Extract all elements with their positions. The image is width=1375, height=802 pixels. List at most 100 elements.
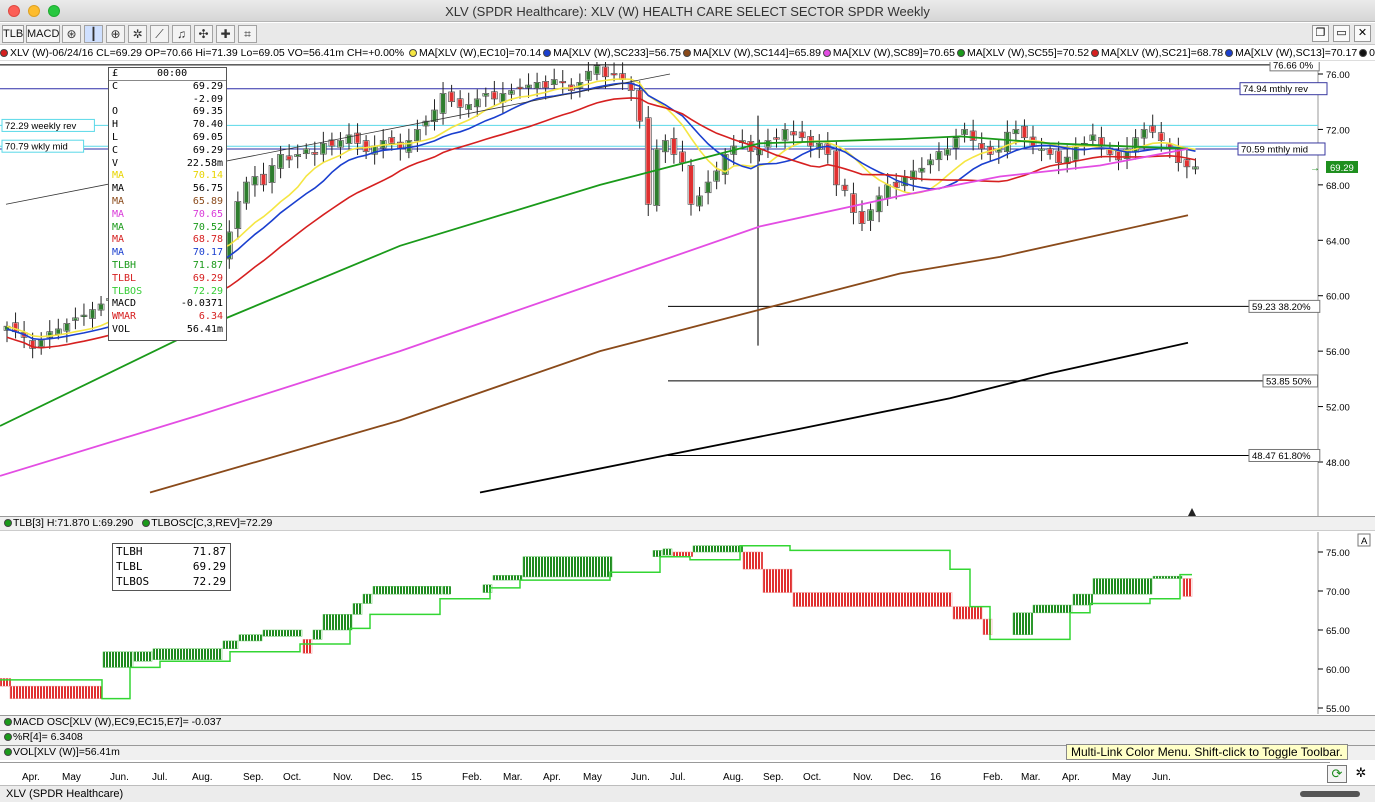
tlb-stripe (382, 586, 384, 595)
date-tick-label: Dec. (373, 772, 394, 783)
tlb-stripe (409, 586, 411, 595)
tlb-series-icon[interactable] (4, 519, 12, 527)
ma-legend-item: MA[XLV (W),SC55]=70.52 (966, 47, 1090, 59)
candle-up (954, 138, 959, 148)
draw-tool-icon[interactable]: ⌗ (238, 25, 257, 43)
bar-chart-icon[interactable]: ┃ (84, 25, 103, 43)
candle-up (321, 143, 326, 154)
tlb-stripe (937, 592, 939, 607)
tlb-stripe (901, 592, 903, 607)
tools-icon[interactable]: ✚ (216, 25, 235, 43)
tlb-stripe (140, 651, 142, 662)
tlb-stripe (499, 575, 501, 581)
tlb-study-button[interactable]: TLB (2, 25, 24, 43)
tlb-stripe (269, 630, 271, 637)
tlb-stripe (931, 592, 933, 607)
candle-up (877, 196, 882, 212)
tlb-stripe (397, 586, 399, 595)
candle-up (594, 66, 599, 74)
data-value: 56.75 (192, 183, 223, 195)
tlb-stripe (192, 648, 194, 660)
tlb-up-block (102, 651, 134, 668)
tlb-up-block (1152, 575, 1183, 579)
tlb-stripe (433, 586, 435, 595)
ma-color-icon[interactable] (543, 49, 552, 57)
price-series-icon[interactable] (0, 49, 8, 57)
data-value: 70.14 (192, 170, 223, 182)
tlb-stripe (752, 552, 754, 570)
macd-pane-collapsed[interactable]: MACD OSC[XLV (W),EC9,EC15,E7]= -0.037 (0, 715, 1375, 730)
minimize-pane-icon[interactable]: ▭ (1333, 25, 1350, 42)
zoom-icon[interactable]: ⊕ (106, 25, 125, 43)
alert-bell-icon[interactable]: ♫ (172, 25, 191, 43)
candle-up (90, 310, 95, 318)
tlb-stripe (1099, 578, 1101, 595)
tlb-stripe (793, 592, 795, 607)
ma-color-icon[interactable] (1091, 49, 1100, 57)
ma-color-icon[interactable] (683, 49, 691, 57)
candle-up (99, 304, 104, 310)
tlb-pane-header[interactable]: TLB[3] H:71.870 L:69.290 TLBOSC[C,3,REV]… (0, 516, 1375, 531)
studies-icon[interactable]: ✣ (194, 25, 213, 43)
data-window-row: MA 68.78 (109, 234, 226, 247)
candle-down (1056, 151, 1061, 163)
tlb-stripe (743, 552, 745, 570)
candle-up (714, 171, 719, 181)
candle-up (1005, 132, 1010, 152)
ma-color-icon[interactable] (1225, 49, 1234, 57)
ma-color-icon[interactable] (1359, 49, 1368, 57)
tlb-stripe (1016, 612, 1018, 635)
tlb-stripe (511, 575, 513, 581)
tlb-stripe (749, 552, 751, 570)
link-settings-icon[interactable]: ✲ (1352, 765, 1370, 783)
date-tick-label: Jun. (1152, 772, 1171, 783)
horizontal-scrollbar[interactable] (1300, 791, 1360, 797)
ma-color-icon[interactable] (956, 49, 965, 57)
tlb-stripe (210, 648, 212, 660)
tlb-stripe (25, 686, 27, 699)
tlb-stripe (171, 648, 173, 660)
tlb-stripe (174, 648, 176, 660)
tlb-stripe (239, 634, 241, 641)
tlb-stripe (790, 569, 792, 593)
tlb-stripe (1186, 578, 1188, 597)
date-axis[interactable]: Apr. May Jun. Jul. Aug. Sep. Oct. Nov. Dec. 15 Feb… (0, 762, 1330, 784)
tlb-stripe (37, 686, 39, 699)
tlb-stripe (369, 594, 371, 604)
date-tick-label: Sep. (763, 772, 784, 783)
date-tick-label: Nov. (333, 772, 353, 783)
tlbosc-series-icon[interactable] (142, 519, 151, 527)
tlb-stripe (886, 592, 888, 607)
tlb-up-block (522, 556, 613, 578)
tlb-stripe (379, 586, 381, 595)
ma-color-icon[interactable] (822, 49, 831, 57)
macd-series-icon[interactable] (4, 718, 12, 726)
link-color-icon[interactable]: ⊛ (62, 25, 81, 43)
wr-pane-collapsed[interactable]: %R[4]= 6.3408 (0, 730, 1375, 745)
settings-gear-icon[interactable]: ✲ (128, 25, 147, 43)
tlb-stripe (1111, 578, 1113, 595)
ma-color-icon[interactable] (409, 49, 418, 57)
restore-pane-icon[interactable]: ❐ (1312, 25, 1329, 42)
tlb-axis-tag: A (1361, 536, 1368, 547)
tlb-stripe (1054, 605, 1056, 613)
candle-down (261, 174, 266, 185)
tlb-stripe (338, 614, 340, 630)
wr-series-icon[interactable] (4, 733, 12, 741)
tlb-stripe (359, 603, 361, 615)
status-text: XLV (SPDR Healthcare) (6, 788, 124, 800)
line-chart-icon[interactable]: ⟋ (150, 25, 169, 43)
tlb-stripe (865, 592, 867, 607)
candle-up (39, 340, 44, 347)
tlb-stripe (1022, 612, 1024, 635)
vol-series-icon[interactable] (4, 748, 12, 756)
tlb-stripe (859, 592, 861, 607)
refresh-icon[interactable]: ⟳ (1327, 765, 1347, 783)
tlb-stripe (659, 550, 661, 557)
tlb-stripe (424, 586, 426, 595)
close-pane-icon[interactable]: ✕ (1354, 25, 1371, 42)
tlb-stripe (496, 575, 498, 581)
candle-up (244, 182, 249, 203)
macd-study-button[interactable]: MACD (26, 25, 60, 43)
tlb-up-block (442, 586, 451, 595)
